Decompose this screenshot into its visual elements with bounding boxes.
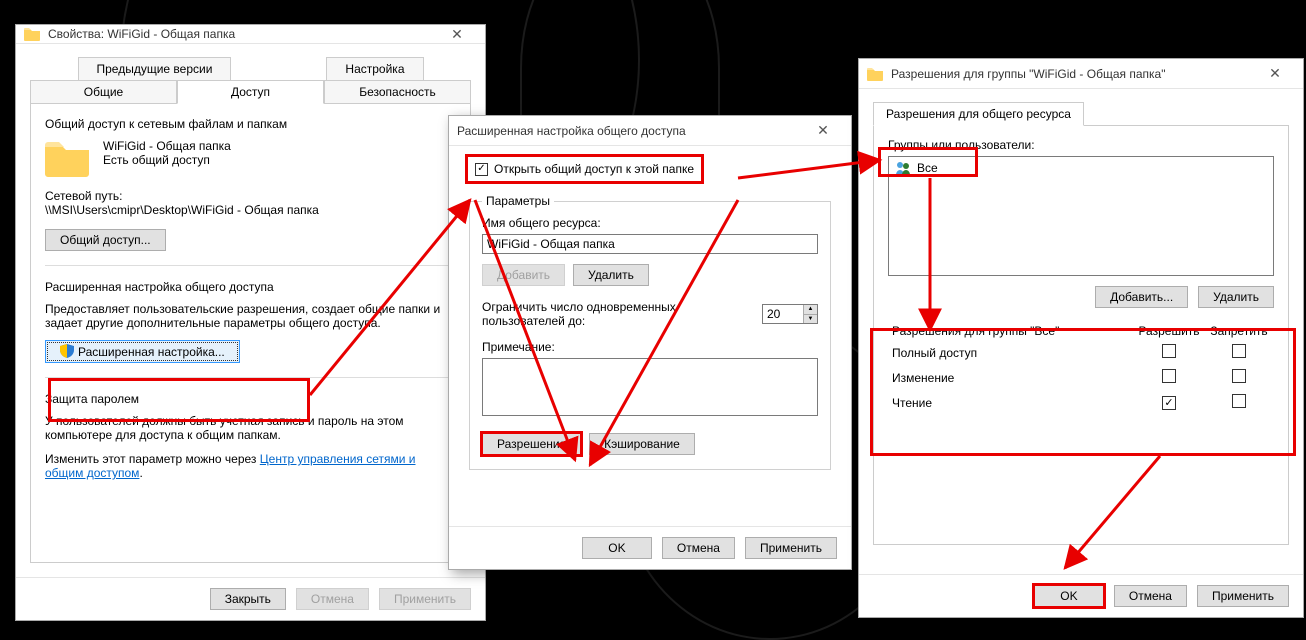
close-icon[interactable]: ✕ <box>437 25 477 43</box>
limit-label: Ограничить число одновременных пользоват… <box>482 300 752 328</box>
share-name-label: Имя общего ресурса: <box>482 216 818 230</box>
permission-label: Изменение <box>888 365 1134 390</box>
close-icon[interactable]: ✕ <box>803 116 843 145</box>
share-heading: Общий доступ к сетевым файлам и папкам <box>45 117 456 131</box>
parameters-group: Параметры Имя общего ресурса: Добавить У… <box>469 194 831 470</box>
tab-general[interactable]: Общие <box>30 80 177 104</box>
permission-label: Чтение <box>888 390 1134 415</box>
password-desc: У пользователей должны быть учетная запи… <box>45 414 456 442</box>
netpath-label: Сетевой путь: <box>45 189 456 203</box>
apply-button: Применить <box>379 588 471 610</box>
limit-spinner[interactable]: ▲ ▼ <box>762 304 818 324</box>
window-title: Расширенная настройка общего доступа <box>457 124 803 138</box>
groups-label: Группы или пользователи: <box>888 138 1274 152</box>
close-icon[interactable]: ✕ <box>1255 59 1295 88</box>
cancel-button[interactable]: Отмена <box>662 537 735 559</box>
col-allow: Разрешить <box>1134 322 1204 340</box>
advanced-settings-label: Расширенная настройка... <box>78 345 225 359</box>
advanced-desc: Предоставляет пользовательские разрешени… <box>45 302 456 330</box>
apply-button[interactable]: Применить <box>1197 585 1289 607</box>
permissions-table-header: Разрешения для группы "Все" <box>888 322 1134 340</box>
table-row: Полный доступ <box>888 340 1274 365</box>
deny-checkbox[interactable] <box>1232 344 1246 358</box>
window-title: Разрешения для группы "WiFiGid - Общая п… <box>891 67 1255 81</box>
tab-previous-versions[interactable]: Предыдущие версии <box>78 57 232 81</box>
cancel-button[interactable]: Отмена <box>1114 585 1187 607</box>
folder-name: WiFiGid - Общая папка <box>103 139 231 153</box>
remove-button[interactable]: Удалить <box>1198 286 1274 308</box>
add-button[interactable]: Добавить... <box>1095 286 1188 308</box>
password-heading: Защита паролем <box>45 392 456 406</box>
permissions-window: Разрешения для группы "WiFiGid - Общая п… <box>858 58 1304 618</box>
share-name-input[interactable] <box>482 234 818 254</box>
checkbox-icon <box>475 163 488 176</box>
titlebar[interactable]: Разрешения для группы "WiFiGid - Общая п… <box>859 59 1303 89</box>
advanced-sharing-window: Расширенная настройка общего доступа ✕ О… <box>448 115 852 570</box>
spin-down-icon[interactable]: ▼ <box>803 315 817 324</box>
titlebar[interactable]: Расширенная настройка общего доступа ✕ <box>449 116 851 146</box>
folder-icon <box>867 67 883 81</box>
tab-security[interactable]: Безопасность <box>324 80 471 104</box>
list-item[interactable]: Все <box>891 159 1271 177</box>
permissions-table: Разрешения для группы "Все" Разрешить За… <box>888 322 1274 415</box>
window-title: Свойства: WiFiGid - Общая папка <box>48 27 437 41</box>
share-folder-label: Открыть общий доступ к этой папке <box>494 162 694 176</box>
table-row: Изменение <box>888 365 1274 390</box>
ok-button[interactable]: OK <box>582 537 652 559</box>
password-link-prefix: Изменить этот параметр можно через <box>45 452 260 466</box>
note-textarea[interactable] <box>482 358 818 416</box>
allow-checkbox[interactable] <box>1162 369 1176 383</box>
share-status: Есть общий доступ <box>103 153 231 167</box>
allow-checkbox[interactable] <box>1162 396 1176 410</box>
parameters-legend: Параметры <box>482 194 554 208</box>
ok-button[interactable]: OK <box>1034 585 1104 607</box>
tab-sharing[interactable]: Доступ <box>177 80 324 104</box>
share-button[interactable]: Общий доступ... <box>45 229 166 251</box>
spin-up-icon[interactable]: ▲ <box>803 305 817 315</box>
list-item-label: Все <box>917 161 938 175</box>
table-row: Чтение <box>888 390 1274 415</box>
allow-checkbox[interactable] <box>1162 344 1176 358</box>
close-button[interactable]: Закрыть <box>210 588 286 610</box>
tab-customize[interactable]: Настройка <box>326 57 423 81</box>
permission-label: Полный доступ <box>888 340 1134 365</box>
advanced-heading: Расширенная настройка общего доступа <box>45 280 456 294</box>
deny-checkbox[interactable] <box>1232 369 1246 383</box>
apply-button[interactable]: Применить <box>745 537 837 559</box>
netpath-value: \\MSI\Users\cmipr\Desktop\WiFiGid - Обща… <box>45 203 456 217</box>
titlebar[interactable]: Свойства: WiFiGid - Общая папка ✕ <box>16 25 485 44</box>
shield-icon <box>60 344 74 358</box>
note-label: Примечание: <box>482 340 818 354</box>
properties-window: Свойства: WiFiGid - Общая папка ✕ Предыд… <box>15 24 486 621</box>
users-icon <box>895 161 911 175</box>
remove-button[interactable]: Удалить <box>573 264 649 286</box>
col-deny: Запретить <box>1204 322 1274 340</box>
permissions-button[interactable]: Разрешения <box>482 433 581 455</box>
tab-share-permissions[interactable]: Разрешения для общего ресурса <box>873 102 1084 126</box>
add-button: Добавить <box>482 264 565 286</box>
groups-listbox[interactable]: Все <box>888 156 1274 276</box>
caching-button[interactable]: Кэширование <box>589 433 695 455</box>
folder-icon <box>45 139 89 177</box>
share-folder-checkbox[interactable]: Открыть общий доступ к этой папке <box>467 156 702 182</box>
advanced-settings-button[interactable]: Расширенная настройка... <box>45 340 240 363</box>
folder-icon <box>24 27 40 41</box>
cancel-button: Отмена <box>296 588 369 610</box>
deny-checkbox[interactable] <box>1232 394 1246 408</box>
